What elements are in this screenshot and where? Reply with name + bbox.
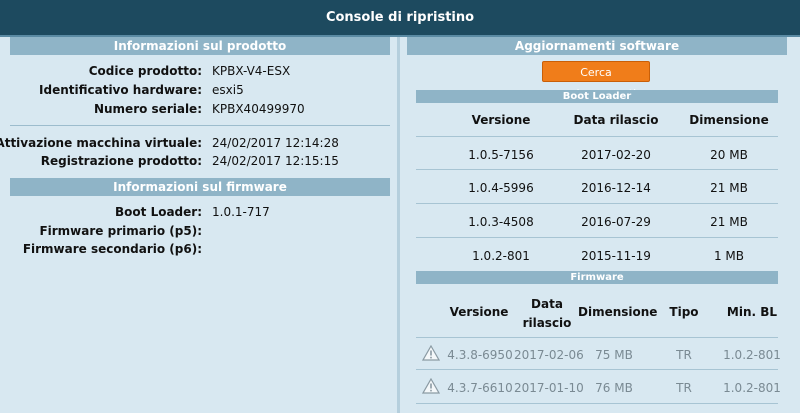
warning-icon bbox=[422, 378, 440, 394]
firmware-col-version: Versione bbox=[449, 305, 509, 319]
table-cell: 76 MB bbox=[595, 381, 633, 395]
serial-number-label: Numero seriale: bbox=[93, 102, 202, 116]
firmware-info-heading: Informazioni sul firmware bbox=[10, 178, 390, 196]
hardware-id-label: Identificativo hardware: bbox=[39, 83, 202, 97]
vm-activation-value: 24/02/2017 12:14:28 bbox=[212, 136, 339, 150]
product-code-label: Codice prodotto: bbox=[88, 64, 202, 78]
bootloader-col-size: Dimensione bbox=[689, 113, 769, 127]
row-divider bbox=[416, 369, 778, 370]
secondary-firmware-label: Firmware secondario (p6): bbox=[22, 242, 202, 256]
hardware-id-value: esxi5 bbox=[212, 83, 244, 97]
firmware-col-size: Dimensione bbox=[578, 305, 658, 319]
firmware-col-min-bl: Min. BL bbox=[726, 305, 778, 319]
table-cell: TR bbox=[676, 381, 692, 395]
table-cell: 1.0.4-5996 bbox=[468, 181, 534, 195]
product-registration-value: 24/02/2017 12:15:15 bbox=[212, 154, 339, 168]
table-cell: TR bbox=[676, 348, 692, 362]
table-cell: 1.0.5-7156 bbox=[468, 148, 534, 162]
bootloader-header-divider bbox=[416, 136, 778, 137]
table-cell: 75 MB bbox=[595, 348, 633, 362]
row-divider bbox=[416, 203, 778, 204]
table-cell: 21 MB bbox=[710, 215, 748, 229]
row-divider bbox=[416, 169, 778, 170]
primary-firmware-label: Firmware primario (p5): bbox=[39, 224, 202, 238]
table-cell: 4.3.7-6610 bbox=[447, 381, 513, 395]
table-cell: 2017-01-10 bbox=[514, 381, 584, 395]
check-updates-button[interactable]: Cerca aggiornamenti bbox=[542, 61, 650, 100]
warning-icon bbox=[422, 345, 440, 361]
firmware-table-heading: Firmware bbox=[416, 271, 778, 284]
table-cell: 2017-02-06 bbox=[514, 348, 584, 362]
table-cell: 2016-12-14 bbox=[581, 181, 651, 195]
table-cell: 2017-02-20 bbox=[581, 148, 651, 162]
table-cell: 21 MB bbox=[710, 181, 748, 195]
table-cell: 1.0.3-4508 bbox=[468, 215, 534, 229]
table-cell: 4.3.8-6950 bbox=[447, 348, 513, 362]
bootloader-table-heading: Boot Loader bbox=[416, 90, 778, 103]
vm-activation-label: Attivazione macchina virtuale: bbox=[0, 136, 202, 150]
firmware-col-date: Data rilascio bbox=[522, 297, 572, 330]
table-cell: 1.0.2-801 bbox=[472, 249, 530, 263]
row-divider bbox=[416, 237, 778, 238]
table-cell: 20 MB bbox=[710, 148, 748, 162]
firmware-col-type: Tipo bbox=[669, 305, 699, 319]
table-cell: 1 MB bbox=[713, 249, 745, 263]
serial-number-value: KPBX40499970 bbox=[212, 102, 305, 116]
window-title: Console di ripristino bbox=[0, 0, 800, 35]
product-info-heading: Informazioni sul prodotto bbox=[10, 37, 390, 55]
table-cell: 2016-07-29 bbox=[581, 215, 651, 229]
bootloader-label: Boot Loader: bbox=[115, 205, 202, 219]
product-code-value: KPBX-V4-ESX bbox=[212, 64, 291, 78]
row-divider bbox=[416, 403, 778, 404]
table-cell: 2015-11-19 bbox=[581, 249, 651, 263]
product-divider bbox=[10, 125, 390, 126]
table-cell: 1.0.2-801 bbox=[723, 348, 781, 362]
product-registration-label: Registrazione prodotto: bbox=[40, 154, 202, 168]
table-cell: 1.0.2-801 bbox=[723, 381, 781, 395]
bootloader-value: 1.0.1-717 bbox=[212, 205, 270, 219]
firmware-header-divider bbox=[416, 337, 778, 338]
bootloader-col-date: Data rilascio bbox=[573, 113, 659, 127]
bootloader-col-version: Versione bbox=[471, 113, 531, 127]
updates-heading: Aggiornamenti software bbox=[407, 37, 787, 55]
